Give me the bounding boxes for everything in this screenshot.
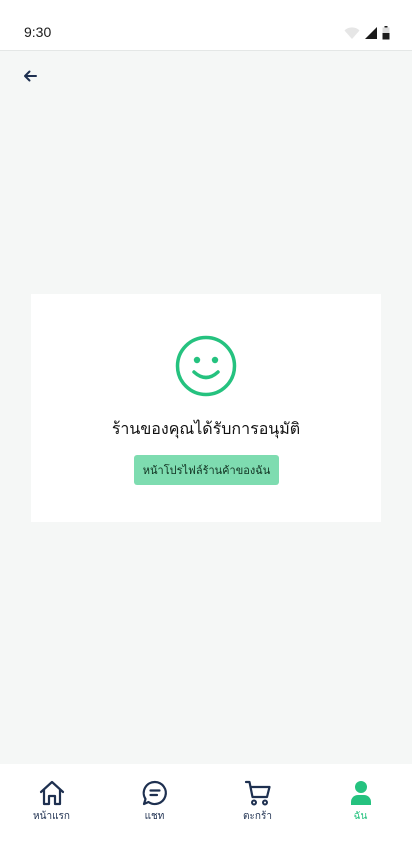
back-button[interactable] bbox=[18, 64, 42, 88]
arrow-left-icon bbox=[23, 67, 37, 86]
nav-item-chat[interactable]: แชท bbox=[103, 764, 206, 844]
nav-item-home[interactable]: หน้าแรก bbox=[0, 764, 103, 844]
cellular-signal-icon bbox=[364, 25, 378, 44]
nav-label-chat: แชท bbox=[144, 811, 165, 822]
user-icon bbox=[346, 778, 376, 808]
smiley-face-icon bbox=[175, 335, 237, 397]
home-icon bbox=[37, 778, 67, 808]
nav-item-cart[interactable]: ตะกร้า bbox=[206, 764, 309, 844]
chat-icon bbox=[140, 778, 170, 808]
approval-message: ร้านของคุณได้รับการอนุมัติ bbox=[111, 419, 301, 438]
nav-label-cart: ตะกร้า bbox=[243, 811, 272, 822]
nav-item-profile[interactable]: ฉัน bbox=[309, 764, 412, 844]
status-icons bbox=[344, 25, 390, 44]
nav-label-profile: ฉัน bbox=[353, 811, 368, 822]
status-time: 9:30 bbox=[24, 24, 52, 40]
shop-profile-button[interactable]: หน้าโปรไฟล์ร้านค้าของฉัน bbox=[134, 455, 279, 485]
battery-icon bbox=[382, 25, 390, 44]
cart-icon bbox=[243, 778, 273, 808]
approval-card: ร้านของคุณได้รับการอนุมัติ หน้าโปรไฟล์ร้… bbox=[31, 294, 381, 522]
bottom-navigation: หน้าแรก แชท ตะกร้า ฉัน bbox=[0, 764, 412, 844]
status-bar: 9:30 bbox=[0, 0, 412, 51]
nav-label-home: หน้าแรก bbox=[33, 811, 70, 822]
wifi-icon bbox=[344, 25, 360, 44]
